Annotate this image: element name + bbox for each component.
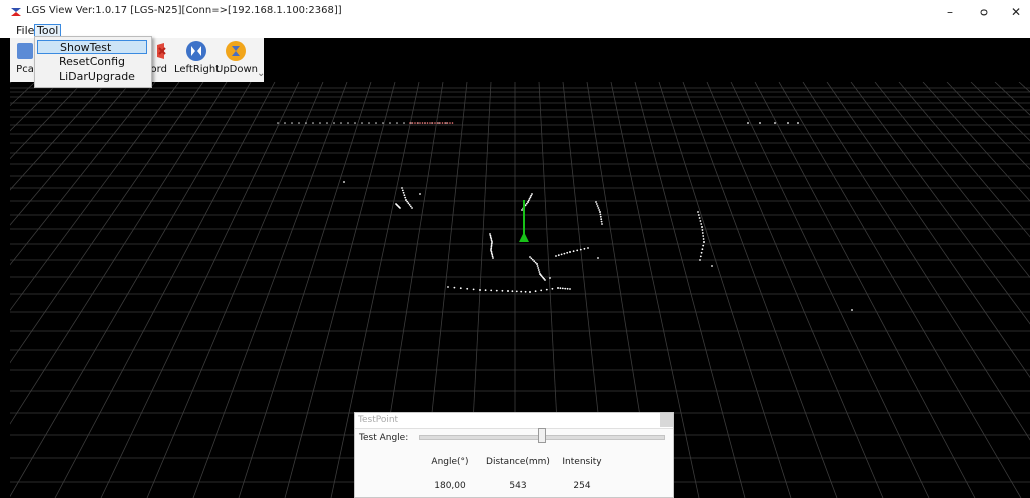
panel-close-button[interactable]: [660, 413, 673, 427]
up-down-label: UpDown: [216, 64, 259, 75]
test-angle-label: Test Angle:: [359, 433, 409, 443]
distance-header: Distance(mm): [486, 457, 550, 467]
menu-item-show-test[interactable]: ShowTest: [37, 40, 147, 54]
panel-header[interactable]: TestPoint: [355, 413, 673, 429]
left-right-label: LeftRight: [174, 64, 220, 75]
intensity-value: 254: [573, 481, 591, 491]
test-point-panel: TestPoint Test Angle: Angle(°) Distance(…: [354, 412, 674, 498]
menu-bar: File Tool: [0, 24, 1030, 38]
distance-value: 543: [509, 481, 527, 491]
left-right-flip-icon: [186, 41, 206, 61]
angle-value: 180,00: [434, 481, 466, 491]
close-button[interactable]: ✕: [1004, 3, 1028, 21]
point-cloud: [277, 122, 853, 311]
maximize-button[interactable]: ᴑ: [972, 3, 996, 21]
angle-header: Angle(°): [431, 457, 469, 467]
panel-title: TestPoint: [358, 415, 399, 425]
tool-dropdown-menu: ShowTest ResetConfig LiDarUpgrade: [34, 36, 152, 88]
window-title: LGS View Ver:1.0.17 [LGS-N25][Conn=>[192…: [26, 5, 342, 16]
up-down-button[interactable]: UpDown: [216, 38, 259, 82]
left-right-button[interactable]: LeftRight: [174, 38, 220, 82]
minimize-button[interactable]: –: [938, 3, 962, 21]
test-angle-slider-thumb[interactable]: [538, 428, 546, 443]
menu-item-lidar-upgrade[interactable]: LiDarUpgrade: [37, 70, 147, 84]
direction-arrow-icon: [519, 200, 529, 242]
menu-item-reset-config[interactable]: ResetConfig: [37, 55, 147, 69]
up-down-flip-icon: [226, 41, 246, 61]
intensity-header: Intensity: [562, 457, 602, 467]
toolbar-overflow-icon[interactable]: ⌄: [257, 68, 265, 79]
title-bar: LGS View Ver:1.0.17 [LGS-N25][Conn=>[192…: [0, 0, 1030, 24]
app-logo-icon: [11, 8, 21, 16]
